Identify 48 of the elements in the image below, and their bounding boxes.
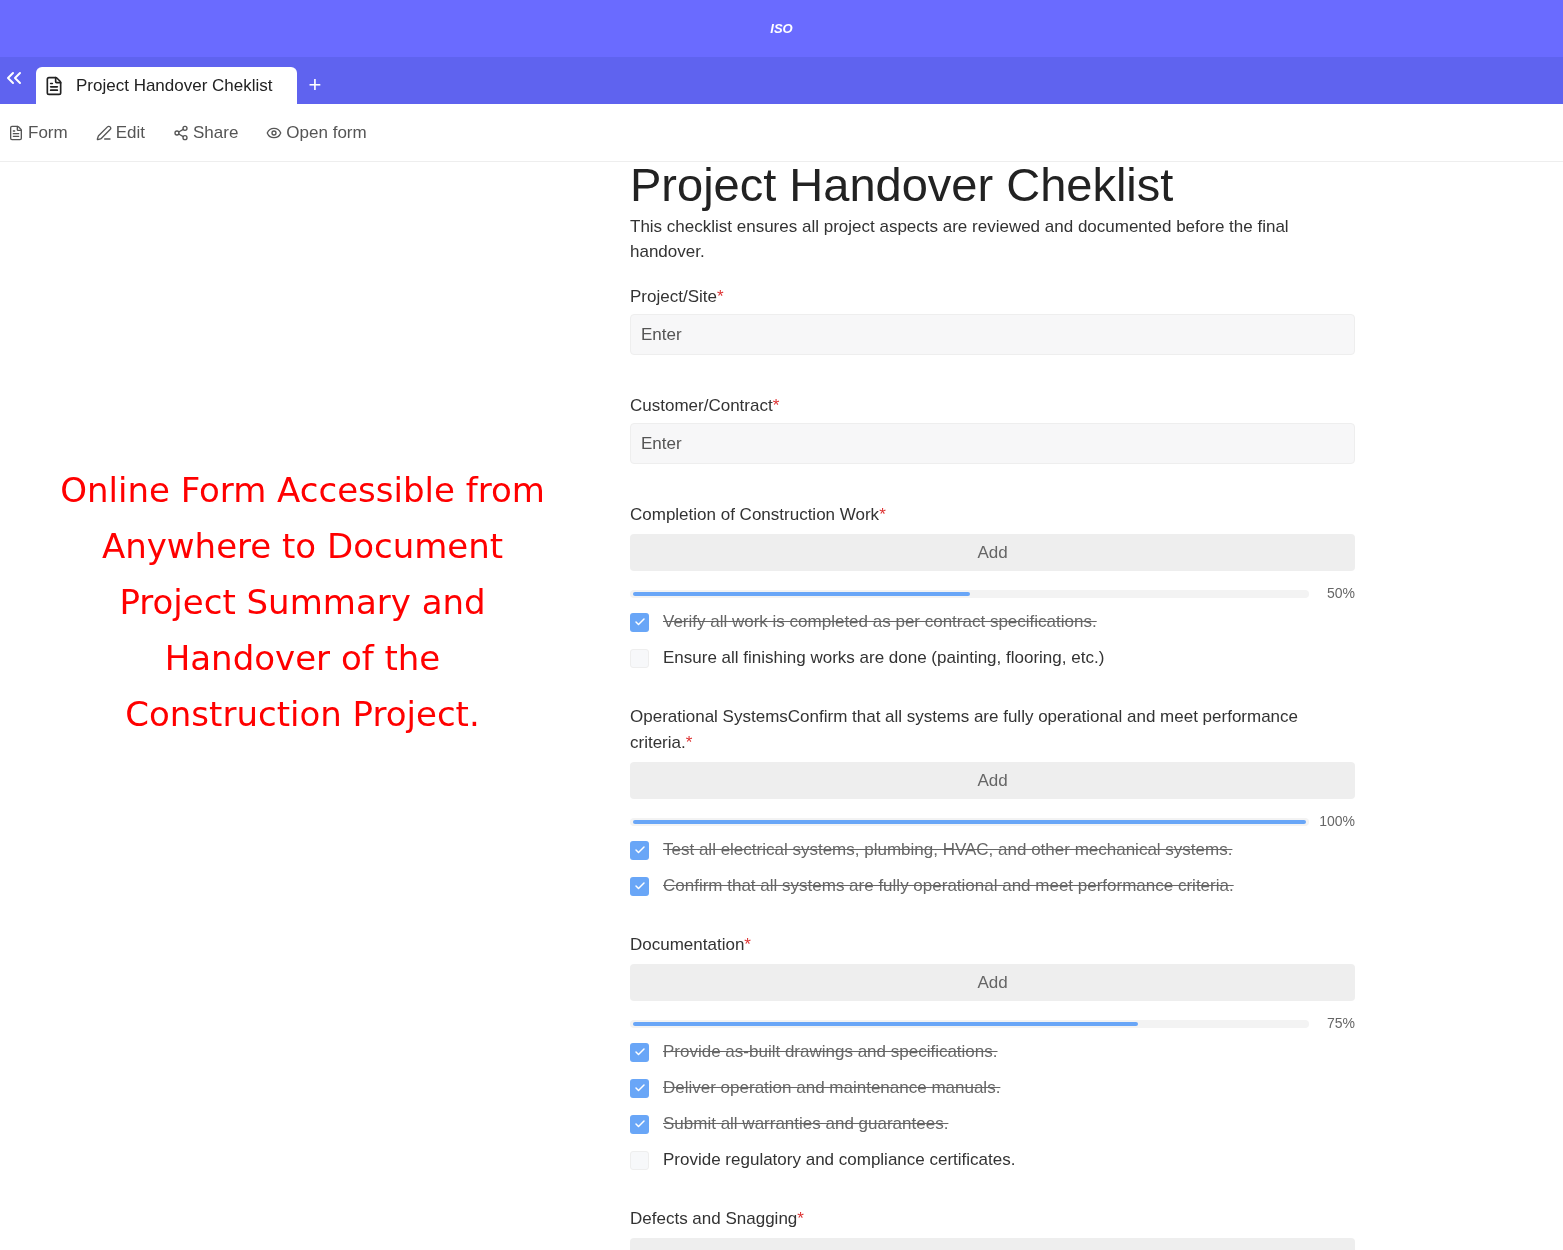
checklist-item: Submit all warranties and guarantees.	[663, 1113, 949, 1136]
add-button[interactable]: Add	[630, 534, 1355, 571]
field-label: Project/Site*	[630, 286, 725, 308]
checklist-item: Test all electrical systems, plumbing, HVAC, and other mechanical systems.	[663, 839, 1233, 862]
field-label: Operational SystemsConfirm that all systems are fully operational and meet performance criteria.*	[630, 706, 1300, 754]
checkbox[interactable]	[630, 840, 649, 860]
checkbox[interactable]	[630, 876, 649, 896]
add-button[interactable]: Add	[630, 762, 1355, 799]
check-icon	[633, 844, 646, 856]
form-title: Project Handover Cheklist	[630, 160, 1175, 210]
tab[interactable]: Project Handover Cheklist	[36, 67, 297, 104]
field-label: Completion of Construction Work*	[630, 504, 887, 526]
checklist-item: Provide as-built drawings and specifications.	[663, 1041, 998, 1064]
annotation-text: Online Form Accessible from Anywhere to Document Project Summary and Handover of the Construction Project.	[59, 469, 546, 736]
form-icon	[8, 124, 24, 141]
field-label: Customer/Contract*	[630, 395, 781, 417]
form-description: This checklist ensures all project aspects are reviewed and documented before the final handover.	[630, 216, 1290, 263]
add-button[interactable]: Add	[630, 964, 1355, 1001]
toolbar-button[interactable]: Share	[172, 119, 239, 146]
checkbox[interactable]	[630, 612, 649, 632]
toolbar-button[interactable]: Open form	[266, 119, 367, 146]
checkbox[interactable]	[630, 1042, 649, 1062]
input-field[interactable]: Enter	[630, 314, 1355, 355]
field-label: Documentation*	[630, 934, 752, 956]
checkbox[interactable]	[630, 1114, 649, 1134]
pen-icon	[95, 124, 112, 141]
checklist-item: Provide regulatory and compliance certificates.	[663, 1149, 1016, 1172]
input-field[interactable]: Enter	[630, 423, 1355, 464]
progress-reading: 75%	[1325, 1014, 1355, 1033]
logo[interactable]: ISO	[770, 18, 793, 39]
progress-reading: 50%	[1325, 584, 1355, 603]
new-tab-button[interactable]: +	[296, 66, 334, 103]
progress-reading: 100%	[1318, 812, 1355, 831]
toolbar-button[interactable]: Form	[8, 119, 68, 146]
toolbar-button[interactable]: Edit	[95, 119, 145, 146]
field-label: Defects and Snagging*	[630, 1208, 805, 1230]
check-icon	[633, 1082, 646, 1094]
check-icon	[633, 880, 646, 892]
share-icon	[172, 124, 189, 141]
form-icon	[44, 75, 64, 96]
checklist-item: Deliver operation and maintenance manuals.	[663, 1077, 1001, 1100]
check-icon	[633, 616, 646, 628]
checkbox[interactable]	[630, 1078, 649, 1098]
checklist-item: Ensure all finishing works are done (painting, flooring, etc.)	[663, 647, 1105, 670]
checklist-item: Verify all work is completed as per contract specifications.	[663, 611, 1097, 634]
check-icon	[633, 1118, 646, 1130]
checklist-item: Confirm that all systems are fully operational and meet performance criteria.	[663, 875, 1234, 898]
check-icon	[633, 1046, 646, 1058]
